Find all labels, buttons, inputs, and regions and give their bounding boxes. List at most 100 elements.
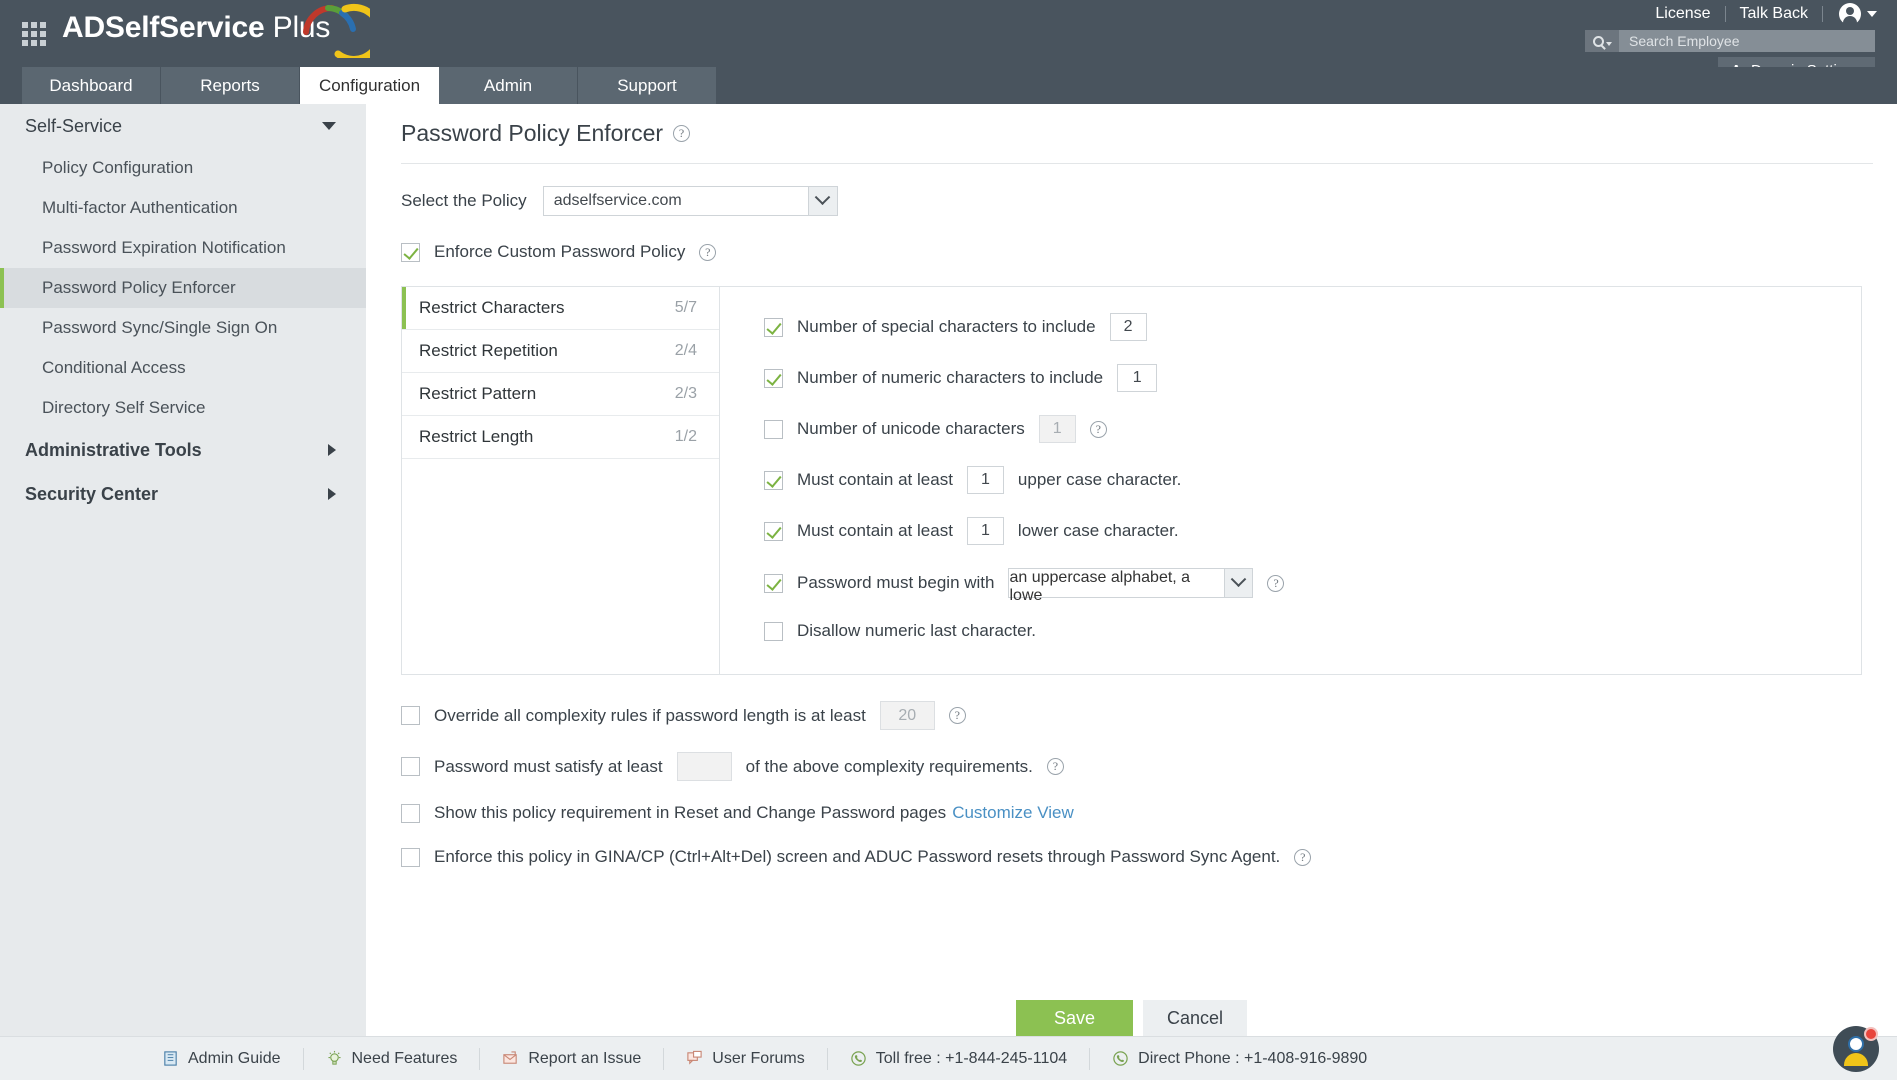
option-special-characters: Number of special characters to include [764, 313, 1861, 341]
lower-case-input[interactable] [967, 517, 1004, 545]
sidebar-item-password-sync-single-sign-on[interactable]: Password Sync/Single Sign On [0, 308, 366, 348]
satisfy-complexity-label-after: of the above complexity requirements. [746, 757, 1033, 777]
rule-tab-restrict-repetition[interactable]: Restrict Repetition 2/4 [402, 330, 719, 373]
forum-icon [686, 1050, 703, 1067]
numeric-characters-input[interactable] [1117, 364, 1157, 392]
tab-dashboard[interactable]: Dashboard [22, 67, 161, 104]
footer-link-label: Report an Issue [528, 1050, 641, 1068]
chevron-down-icon[interactable] [808, 187, 837, 215]
chat-avatar-icon [1848, 1036, 1864, 1052]
sidebar-item-conditional-access[interactable]: Conditional Access [0, 348, 366, 388]
sidebar-group-security-center[interactable]: Security Center [0, 472, 366, 516]
upper-case-input[interactable] [967, 466, 1004, 494]
sidebar-item-password-policy-enforcer[interactable]: Password Policy Enforcer [0, 268, 366, 308]
save-button[interactable]: Save [1016, 1000, 1133, 1037]
chat-notification-badge [1864, 1027, 1878, 1041]
footer-text-label: Toll free : +1-844-245-1104 [876, 1050, 1067, 1068]
option-unicode-characters: Number of unicode characters ? [764, 415, 1861, 443]
footer-link-label: User Forums [712, 1050, 804, 1068]
satisfy-complexity-checkbox[interactable] [401, 757, 420, 776]
help-icon[interactable]: ? [673, 125, 690, 142]
help-icon[interactable]: ? [1047, 758, 1064, 775]
upper-case-checkbox[interactable] [764, 471, 783, 490]
rule-tab-count: 5/7 [675, 299, 697, 317]
footer-need-features[interactable]: Need Features [304, 1048, 481, 1070]
rule-tab-restrict-length[interactable]: Restrict Length 1/2 [402, 416, 719, 459]
search-employee-box[interactable] [1585, 30, 1875, 52]
footer-admin-guide[interactable]: Admin Guide [140, 1048, 304, 1070]
policy-select[interactable]: adselfservice.com [543, 186, 838, 216]
option-disallow-numeric-last: Disallow numeric last character. [764, 621, 1861, 641]
footer-text-label: Direct Phone : +1-408-916-9890 [1138, 1050, 1367, 1068]
satisfy-complexity-input[interactable] [677, 752, 732, 781]
chevron-down-icon[interactable] [1224, 569, 1253, 597]
numeric-characters-label: Number of numeric characters to include [797, 368, 1103, 388]
footer-toll-free: Toll free : +1-844-245-1104 [828, 1048, 1090, 1070]
override-complexity-input[interactable] [880, 701, 935, 730]
sidebar-group-self-service[interactable]: Self-Service [0, 104, 366, 148]
chevron-down-icon [322, 122, 336, 130]
cancel-button[interactable]: Cancel [1143, 1000, 1247, 1037]
unicode-characters-input[interactable] [1039, 415, 1076, 443]
help-icon[interactable]: ? [699, 244, 716, 261]
unicode-characters-checkbox[interactable] [764, 420, 783, 439]
show-policy-requirement-checkbox[interactable] [401, 804, 420, 823]
enforce-custom-policy-label: Enforce Custom Password Policy [434, 242, 685, 262]
avatar-icon [1839, 3, 1861, 25]
customize-view-link[interactable]: Customize View [952, 803, 1074, 823]
rule-tab-restrict-pattern[interactable]: Restrict Pattern 2/3 [402, 373, 719, 416]
enforce-custom-policy-row: Enforce Custom Password Policy ? [366, 216, 1897, 262]
disallow-numeric-last-label: Disallow numeric last character. [797, 621, 1036, 641]
sidebar-group-administrative-tools[interactable]: Administrative Tools [0, 428, 366, 472]
tab-reports[interactable]: Reports [161, 67, 300, 104]
sidebar-item-multi-factor-authentication[interactable]: Multi-factor Authentication [0, 188, 366, 228]
footer-user-forums[interactable]: User Forums [664, 1048, 827, 1070]
satisfy-complexity-row: Password must satisfy at least of the ab… [401, 752, 1897, 781]
numeric-characters-checkbox[interactable] [764, 369, 783, 388]
help-icon[interactable]: ? [1294, 849, 1311, 866]
chat-support-button[interactable] [1833, 1026, 1879, 1072]
book-icon [162, 1050, 179, 1067]
sidebar-item-directory-self-service[interactable]: Directory Self Service [0, 388, 366, 428]
sidebar-item-label: Directory Self Service [42, 398, 205, 418]
form-actions: Save Cancel [366, 1000, 1897, 1037]
password-begin-with-select[interactable]: an uppercase alphabet, a lowe [1008, 568, 1253, 598]
search-input[interactable] [1619, 30, 1875, 52]
footer-report-issue[interactable]: Report an Issue [480, 1048, 664, 1070]
override-complexity-checkbox[interactable] [401, 706, 420, 725]
option-lower-case: Must contain at least lower case charact… [764, 517, 1861, 545]
lower-case-checkbox[interactable] [764, 522, 783, 541]
sidebar-group-label: Self-Service [25, 116, 122, 137]
help-icon[interactable]: ? [1090, 421, 1107, 438]
bulb-icon [326, 1050, 343, 1067]
sidebar-item-password-expiration-notification[interactable]: Password Expiration Notification [0, 228, 366, 268]
unicode-characters-label: Number of unicode characters [797, 419, 1025, 439]
upper-case-label: Must contain at least [797, 470, 953, 490]
tab-admin[interactable]: Admin [439, 67, 578, 104]
sidebar-item-label: Password Sync/Single Sign On [42, 318, 277, 338]
main-tab-bar: Dashboard Reports Configuration Admin Su… [0, 67, 1897, 104]
gina-cp-enforce-label: Enforce this policy in GINA/CP (Ctrl+Alt… [434, 847, 1280, 867]
disallow-numeric-last-checkbox[interactable] [764, 622, 783, 641]
sidebar-item-policy-configuration[interactable]: Policy Configuration [0, 148, 366, 188]
chevron-down-icon [1606, 42, 1612, 46]
phone-icon [1112, 1050, 1129, 1067]
password-begin-with-checkbox[interactable] [764, 574, 783, 593]
rule-tab-restrict-characters[interactable]: Restrict Characters 5/7 [402, 287, 719, 330]
search-icon[interactable] [1585, 30, 1619, 52]
app-grid-icon[interactable] [22, 22, 48, 46]
special-characters-input[interactable] [1110, 313, 1147, 341]
special-characters-checkbox[interactable] [764, 318, 783, 337]
talk-back-link[interactable]: Talk Back [1726, 2, 1822, 26]
help-icon[interactable]: ? [949, 707, 966, 724]
tab-support[interactable]: Support [578, 67, 717, 104]
enforce-custom-policy-checkbox[interactable] [401, 243, 420, 262]
policy-select-value: adselfservice.com [544, 187, 808, 215]
chevron-down-icon [1867, 11, 1877, 17]
magnifier-icon [1593, 36, 1604, 47]
user-menu[interactable] [1823, 3, 1877, 25]
help-icon[interactable]: ? [1267, 575, 1284, 592]
tab-configuration[interactable]: Configuration [300, 67, 439, 104]
gina-cp-enforce-checkbox[interactable] [401, 848, 420, 867]
license-link[interactable]: License [1641, 2, 1724, 26]
